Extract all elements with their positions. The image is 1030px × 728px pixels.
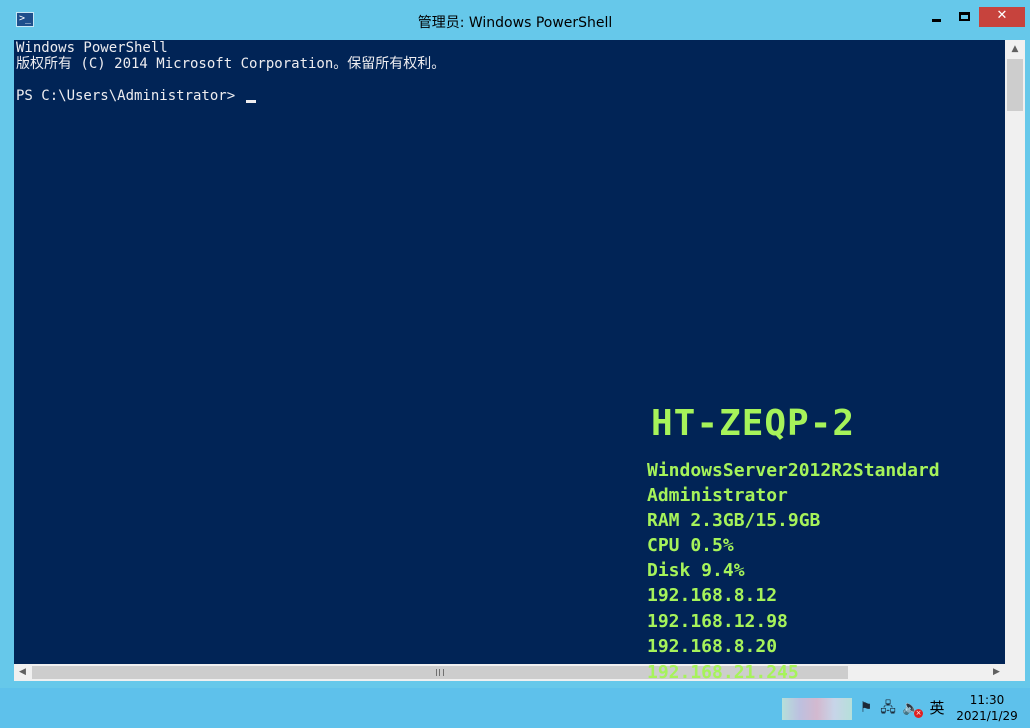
info-os: WindowsServer2012R2Standard <box>647 460 940 481</box>
console-output[interactable]: Windows PowerShell 版权所有 (C) 2014 Microso… <box>14 40 1005 664</box>
info-ip-4: 192.168.21.245 <box>647 662 799 683</box>
action-center-flag-icon[interactable]: ⚑ <box>857 700 875 716</box>
info-ram: RAM 2.3GB/15.9GB <box>647 510 821 531</box>
scroll-right-icon[interactable]: ▶ <box>988 664 1005 681</box>
taskbar-clock[interactable]: 11:30 2021/1/29 <box>951 692 1023 724</box>
clock-date: 2021/1/29 <box>956 709 1018 723</box>
info-hostname: HT-ZEQP-2 <box>651 403 856 444</box>
input-method-indicator[interactable]: 英 <box>927 698 947 718</box>
horizontal-scrollbar[interactable]: ◀ ▶ <box>14 664 1005 681</box>
text-cursor <box>245 100 256 103</box>
vertical-scroll-thumb[interactable] <box>1007 59 1023 111</box>
minimize-icon <box>932 19 941 22</box>
info-user: Administrator <box>647 485 788 506</box>
console-line-1: Windows PowerShell <box>16 40 168 56</box>
info-cpu: CPU 0.5% <box>647 535 734 556</box>
scroll-grip-icon <box>436 669 444 676</box>
console-prompt-line[interactable]: PS C:\Users\Administrator> <box>16 88 256 104</box>
close-button[interactable]: ✕ <box>979 7 1025 27</box>
console-prompt: PS C:\Users\Administrator> <box>16 88 244 104</box>
info-ip-3: 192.168.8.20 <box>647 636 778 657</box>
minimize-button[interactable] <box>923 7 950 27</box>
console-line-2: 版权所有 (C) 2014 Microsoft Corporation。保留所有… <box>16 56 446 72</box>
powershell-window: >_ 管理员: Windows PowerShell ✕ Windows Pow… <box>0 0 1030 688</box>
info-disk: Disk 9.4% <box>647 560 745 581</box>
taskbar: ⚑ 🖧 🔈 × 英 11:30 2021/1/29 <box>0 688 1030 728</box>
mute-badge-icon: × <box>914 709 923 718</box>
close-icon: ✕ <box>996 8 1008 23</box>
scrollbar-corner <box>1005 664 1025 681</box>
maximize-icon <box>959 12 970 21</box>
speaker-muted-icon[interactable]: 🔈 × <box>902 700 923 718</box>
network-icon[interactable]: 🖧 <box>879 700 897 716</box>
tray-hidden-icons[interactable] <box>782 698 852 720</box>
info-ip-2: 192.168.12.98 <box>647 611 788 632</box>
window-title: 管理员: Windows PowerShell <box>417 15 613 31</box>
info-ip-1: 192.168.8.12 <box>647 585 778 606</box>
vertical-scrollbar[interactable]: ▲ <box>1005 40 1025 664</box>
title-bar[interactable]: >_ 管理员: Windows PowerShell ✕ <box>0 0 1030 40</box>
scroll-left-icon[interactable]: ◀ <box>14 664 31 681</box>
clock-time: 11:30 <box>969 693 1005 707</box>
desktop: >_ 管理员: Windows PowerShell ✕ Windows Pow… <box>0 0 1030 728</box>
scroll-up-icon[interactable]: ▲ <box>1005 40 1025 58</box>
maximize-button[interactable] <box>951 7 978 27</box>
